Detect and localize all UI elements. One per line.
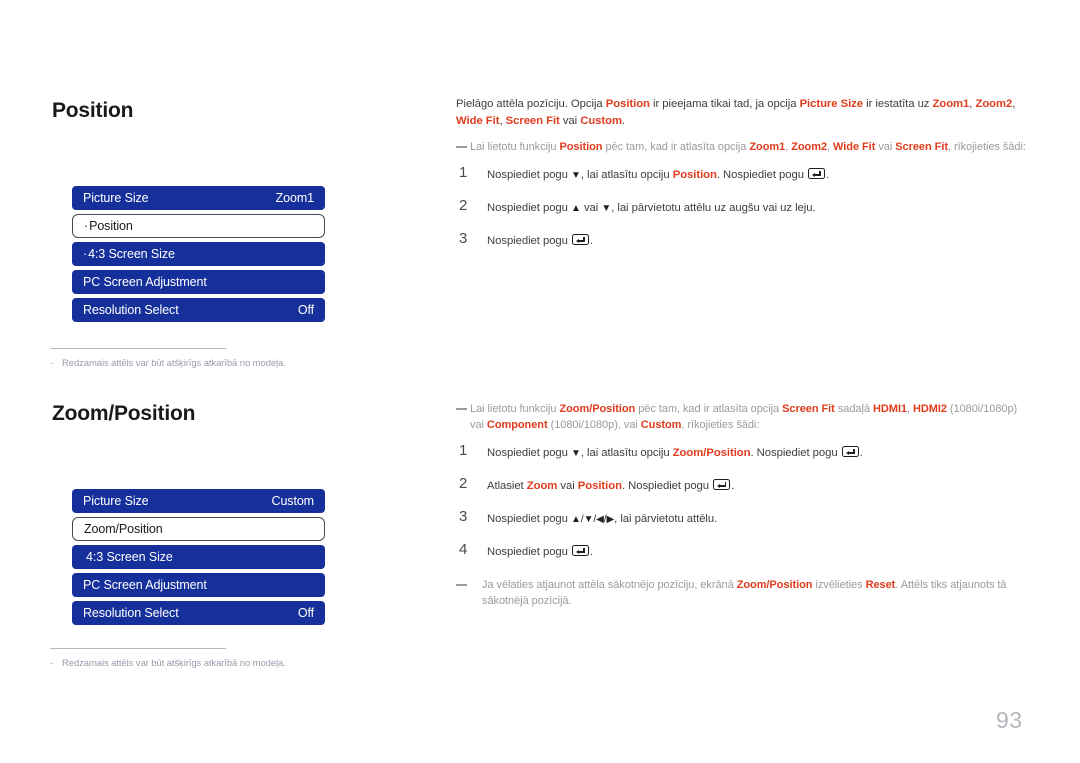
page-number: 93: [996, 707, 1023, 733]
step-number: 1: [459, 442, 468, 459]
osd-row-label: Zoom/Position: [84, 522, 163, 536]
availability-note: Lai lietotu funkciju Zoom/Position pēc t…: [456, 401, 1026, 433]
osd-row[interactable]: Picture Size Zoom1: [72, 186, 325, 210]
step-number: 3: [459, 230, 468, 247]
osd-row-label: Resolution Select: [83, 606, 179, 620]
enter-key-icon: [572, 234, 589, 245]
step-number: 4: [459, 541, 468, 558]
osd-row-value: Zoom1: [275, 191, 315, 205]
body-column-position: Pielāgo attēla pozīciju. Opcija Position…: [456, 96, 1026, 266]
arrow-down-icon: ▼: [601, 202, 612, 214]
step-list: 1 Nospiediet pogu ▼, lai atlasītu opciju …: [456, 164, 1026, 249]
osd-row-label: PC Screen Adjustment: [83, 275, 207, 289]
osd-row-label: Resolution Select: [83, 303, 179, 317]
arrow-cluster-icon: ▲/▼/◀/▶: [571, 513, 615, 525]
step-item: 2 Atlasiet Zoom vai Position. Nospiediet …: [459, 475, 735, 493]
step-number: 3: [459, 508, 468, 525]
arrow-down-icon: ▼: [571, 169, 581, 181]
divider: [50, 348, 226, 349]
section-title-position: Position: [52, 99, 134, 122]
step-list: 1 Nospiediet pogu ▼, lai atlasītu opciju …: [456, 442, 1026, 560]
reset-note: Ja vēlaties atjaunot attēla sākotnējo po…: [456, 577, 1026, 609]
bullet-dash: -: [50, 358, 54, 369]
body-column-zoom-position: Lai lietotu funkciju Zoom/Position pēc t…: [456, 401, 1026, 609]
arrow-down-icon: ▼: [571, 447, 581, 459]
step-item: 4 Nospiediet pogu .: [459, 541, 594, 559]
step-number: 2: [459, 475, 468, 492]
osd-footnote-line: - Redzamais attēls var būt atšķirīgs atka…: [50, 358, 380, 369]
enter-key-icon: [808, 168, 826, 179]
osd-row-label: PC Screen Adjustment: [83, 578, 207, 592]
osd-row-label: Picture Size: [83, 494, 149, 508]
osd-row[interactable]: Resolution Select Off: [72, 298, 325, 322]
intro-paragraph: Pielāgo attēla pozīciju. Opcija Position…: [456, 98, 1016, 127]
step-number: 1: [459, 164, 468, 181]
section-title-zoom-position: Zoom/Position: [52, 402, 196, 425]
manual-page: Position Picture Size Zoom1 Position 4:3…: [0, 0, 1080, 763]
step-item: 2 Nospiediet pogu ▲ vai ▼, lai pārvietotu…: [459, 197, 816, 215]
divider: [50, 648, 226, 649]
osd-row[interactable]: PC Screen Adjustment: [72, 270, 325, 294]
enter-key-icon: [572, 545, 589, 556]
osd-row[interactable]: 4:3 Screen Size: [72, 545, 325, 569]
osd-row[interactable]: 4:3 Screen Size: [72, 242, 325, 266]
step-item: 1 Nospiediet pogu ▼, lai atlasītu opciju …: [459, 442, 863, 460]
enter-key-icon: [713, 479, 731, 490]
arrow-up-icon: ▲: [571, 202, 581, 214]
osd-row[interactable]: Resolution Select Off: [72, 601, 325, 625]
osd-row[interactable]: PC Screen Adjustment: [72, 573, 325, 597]
osd-row-value: Off: [297, 606, 314, 620]
osd-footnote-line: - Redzamais attēls var būt atšķirīgs atka…: [50, 658, 380, 669]
step-item: 3 Nospiediet pogu .: [459, 230, 594, 248]
step-number: 2: [459, 197, 468, 214]
osd-row-value: Off: [297, 303, 314, 317]
osd-footnote: - Redzamais attēls var būt atšķirīgs atka…: [50, 648, 380, 669]
osd-row-selected[interactable]: Position: [72, 214, 325, 238]
availability-note: Lai lietotu funkciju Position pēc tam, k…: [456, 139, 1026, 155]
osd-row-value: Custom: [271, 494, 315, 508]
osd-footnote: - Redzamais attēls var būt atšķirīgs atka…: [50, 348, 380, 369]
osd-row-label: 4:3 Screen Size: [86, 550, 173, 564]
osd-footnote-text: Redzamais attēls var būt atšķirīgs atkar…: [62, 658, 286, 669]
osd-row-label: Position: [84, 219, 133, 233]
osd-menu-zoom-position: Picture Size Custom Zoom/Position 4:3 Sc…: [72, 489, 325, 629]
enter-key-icon: [841, 446, 859, 457]
osd-row-label: 4:3 Screen Size: [83, 247, 175, 261]
bullet-dash: -: [50, 658, 54, 669]
step-item: 3 Nospiediet pogu ▲/▼/◀/▶, lai pārvietotu…: [459, 508, 718, 526]
osd-row-selected[interactable]: Zoom/Position: [72, 517, 325, 541]
osd-row[interactable]: Picture Size Custom: [72, 489, 325, 513]
step-item: 1 Nospiediet pogu ▼, lai atlasītu opciju …: [459, 164, 830, 182]
osd-footnote-text: Redzamais attēls var būt atšķirīgs atkar…: [62, 358, 286, 369]
osd-row-label: Picture Size: [83, 191, 149, 205]
osd-menu-position: Picture Size Zoom1 Position 4:3 Screen S…: [72, 186, 325, 326]
